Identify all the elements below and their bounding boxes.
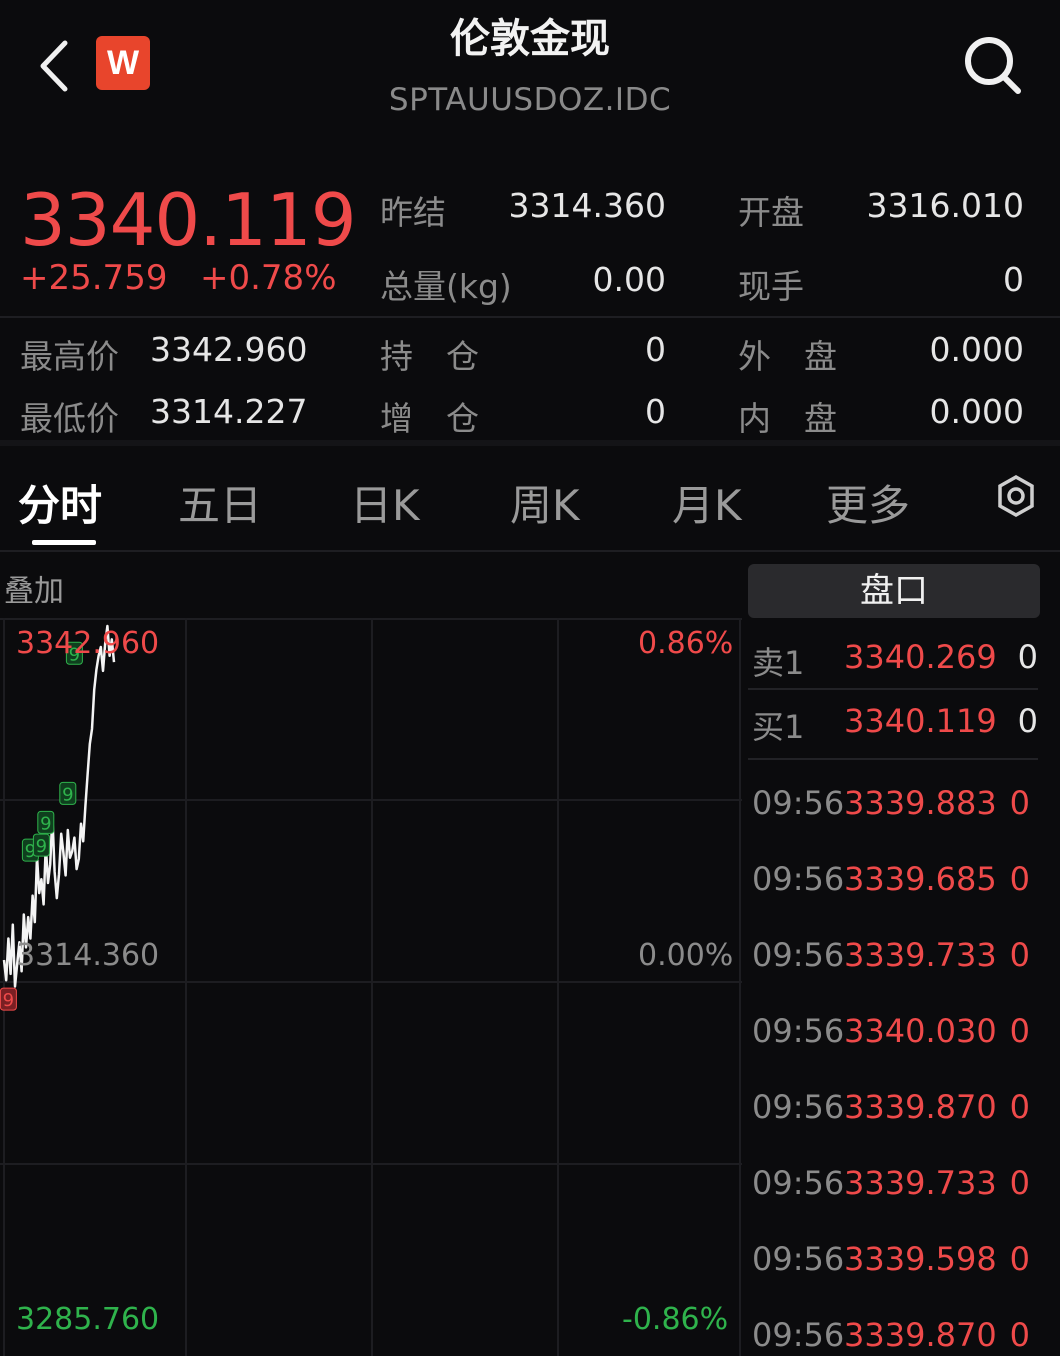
tick-price: 3339.870 [844, 1316, 997, 1354]
prev-settle-label: 昨结 [380, 193, 446, 232]
y-axis-mid-price: 3314.360 [16, 938, 160, 973]
high-label: 最高价 [20, 337, 119, 376]
tick-qty: 0 [1009, 1012, 1030, 1050]
signal-marker: 9 [37, 810, 55, 834]
tab-five-day[interactable]: 五日 [178, 472, 262, 533]
open-label: 开盘 [738, 193, 804, 232]
header: W 伦敦金现 SPTAUUSDOZ.IDC [0, 0, 1060, 140]
signal-marker: 9 [0, 987, 17, 1011]
y-axis-top-percent: 0.86% [638, 626, 734, 661]
ask-label: 卖1 [752, 644, 805, 682]
current-hand-value: 0 [1003, 260, 1024, 299]
y-axis-mid-percent: 0.00% [638, 938, 734, 973]
price-change-percent: +0.78% [200, 258, 337, 298]
tab-weekly-k[interactable]: 周K [510, 472, 580, 533]
y-axis-bottom-percent: -0.86% [622, 1302, 729, 1337]
book-separator [748, 688, 1038, 690]
bid-label: 买1 [752, 708, 805, 746]
order-book-button[interactable]: 盘口 [748, 564, 1040, 618]
open-value: 3316.010 [866, 186, 1024, 225]
price-line [2, 624, 116, 988]
book-separator [748, 758, 1038, 760]
tick-qty: 0 [1009, 936, 1030, 974]
tick-time: 09:56 [752, 1088, 845, 1126]
tick-time: 09:56 [752, 1164, 845, 1202]
tick-time: 09:56 [752, 1012, 845, 1050]
open-interest-label: 持 仓 [380, 337, 479, 376]
tick-qty: 0 [1009, 1164, 1030, 1202]
tabs-divider [0, 550, 1060, 552]
search-icon [965, 37, 1021, 94]
search-button[interactable] [962, 34, 1024, 96]
tick-price: 3339.733 [844, 936, 997, 974]
volume-label: 总量(kg) [380, 267, 512, 306]
bid-price: 3340.119 [844, 702, 997, 740]
active-tab-indicator [32, 540, 96, 545]
volume-value: 0.00 [592, 260, 666, 299]
tick-qty: 0 [1009, 784, 1030, 822]
tick-time: 09:56 [752, 860, 845, 898]
tick-qty: 0 [1009, 1088, 1030, 1126]
last-price: 3340.119 [20, 178, 357, 262]
oi-change-value: 0 [645, 392, 666, 431]
tab-monthly-k[interactable]: 月K [672, 472, 742, 533]
tick-price: 3339.598 [844, 1240, 997, 1278]
gear-icon [998, 474, 1034, 518]
period-tabs: 分时 五日 日K 周K 月K 更多 [0, 446, 1060, 550]
open-interest-value: 0 [645, 330, 666, 369]
ask-price: 3340.269 [844, 638, 997, 676]
page-title: 伦敦金现 [450, 16, 610, 62]
symbol-code: SPTAUUSDOZ.IDC [388, 82, 672, 118]
outer-volume-value: 0.000 [929, 330, 1024, 369]
tick-qty: 0 [1009, 1240, 1030, 1278]
tab-more[interactable]: 更多 [826, 472, 910, 533]
chart-grid [0, 618, 742, 1356]
signal-marker-digit: 9 [36, 836, 47, 857]
bid-qty: 0 [1017, 702, 1038, 740]
tick-time: 09:56 [752, 1316, 845, 1354]
tick-time: 09:56 [752, 936, 845, 974]
inner-volume-label: 内 盘 [738, 399, 837, 438]
tick-qty: 0 [1009, 1316, 1030, 1354]
tick-price: 3339.685 [844, 860, 997, 898]
tick-price: 3339.870 [844, 1088, 997, 1126]
tick-price: 3339.733 [844, 1164, 997, 1202]
tick-time: 09:56 [752, 784, 845, 822]
tab-daily-k[interactable]: 日K [350, 472, 420, 533]
signal-marker-digit: 9 [40, 813, 51, 834]
signal-marker: 9 [32, 833, 50, 857]
signal-marker: 9 [59, 781, 77, 805]
tab-intraday[interactable]: 分时 [18, 472, 102, 533]
chart-settings-button[interactable] [994, 474, 1038, 518]
price-change: +25.759 [20, 258, 168, 298]
prev-settle-value: 3314.360 [508, 186, 666, 225]
overlay-button[interactable]: 叠加 [4, 566, 64, 610]
low-label: 最低价 [20, 399, 119, 438]
tick-qty: 0 [1009, 860, 1030, 898]
signal-marker-digit: 9 [62, 784, 73, 805]
ask-qty: 0 [1017, 638, 1038, 676]
outer-volume-label: 外 盘 [738, 337, 837, 376]
current-hand-label: 现手 [738, 267, 804, 306]
high-value: 3342.960 [150, 330, 308, 369]
bid-row: 买1 3340.119 0 [752, 702, 1042, 758]
low-value: 3314.227 [150, 392, 308, 431]
inner-volume-value: 0.000 [929, 392, 1024, 431]
y-axis-top-price: 3342.960 [16, 626, 160, 661]
oi-change-label: 增 仓 [380, 399, 479, 438]
divider [0, 316, 1060, 318]
tick-price: 3340.030 [844, 1012, 997, 1050]
ask-row: 卖1 3340.269 0 [752, 638, 1042, 694]
intraday-chart[interactable]: 99 9999 [0, 618, 742, 1356]
tick-price: 3339.883 [844, 784, 997, 822]
signal-marker-digit: 9 [3, 990, 14, 1011]
price-series [2, 624, 116, 988]
y-axis-bottom-price: 3285.760 [16, 1302, 160, 1337]
tick-time: 09:56 [752, 1240, 845, 1278]
